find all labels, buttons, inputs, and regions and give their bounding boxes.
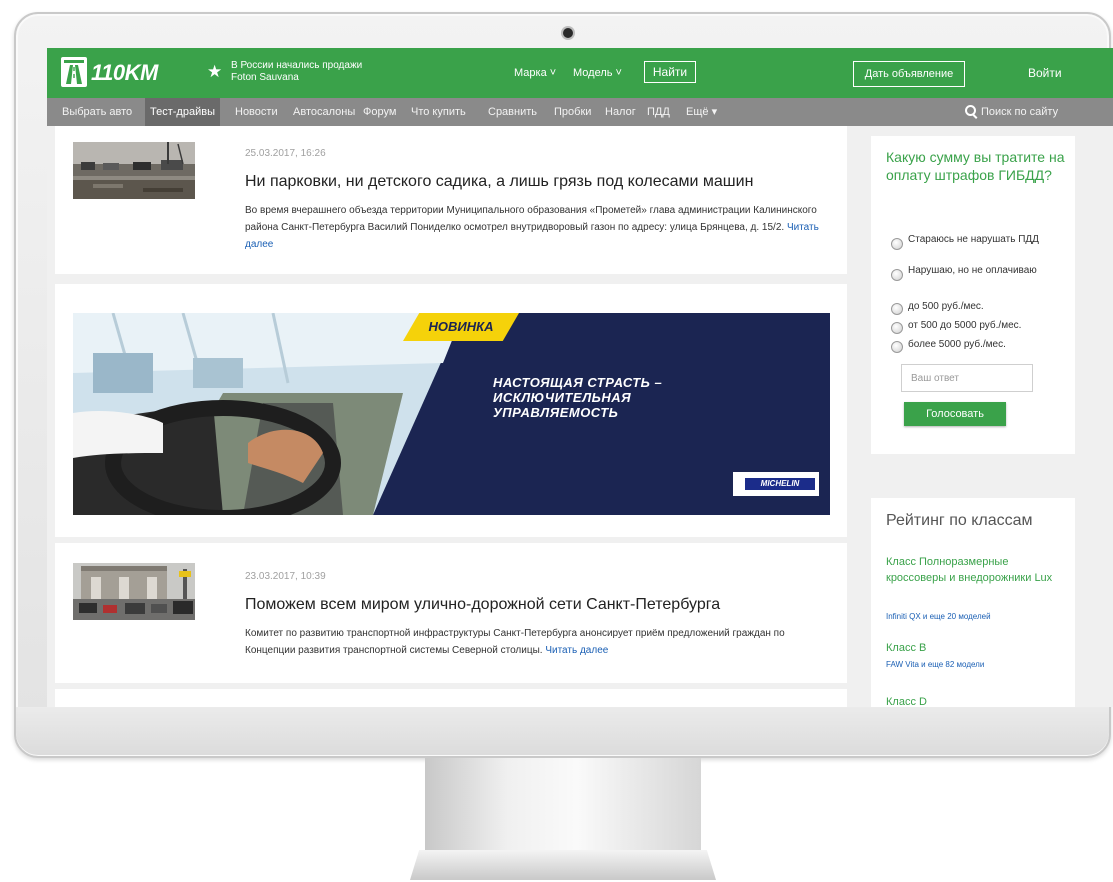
new-badge: НОВИНКА xyxy=(403,313,519,341)
find-button[interactable]: Найти xyxy=(644,61,696,83)
class-models-link[interactable]: Infiniti QX и еще 20 моделей xyxy=(886,612,991,621)
menu-item-forum[interactable]: Форум xyxy=(358,98,401,126)
logo-text[interactable]: 110KM xyxy=(91,60,158,86)
chevron-down-icon: ˅ xyxy=(549,67,557,79)
news-date: 25.03.2017, 16:26 xyxy=(245,148,326,159)
vote-button[interactable]: Голосовать xyxy=(904,402,1006,426)
menu-item-traffic[interactable]: Пробки xyxy=(549,98,596,126)
class-rating-widget: Рейтинг по классам Класс Полноразмерные … xyxy=(871,498,1075,707)
news-excerpt-text: Во время вчерашнего объезда территории М… xyxy=(245,205,817,233)
poll-option-label: более 5000 руб./мес. xyxy=(908,339,1006,350)
menu-item-dealers[interactable]: Автосалоны xyxy=(288,98,360,126)
poll-option[interactable]: от 500 до 5000 руб./мес. xyxy=(891,320,1061,334)
answer-field[interactable]: Ваш ответ xyxy=(901,364,1033,392)
poll-option-label: до 500 руб./мес. xyxy=(908,301,984,312)
poll-question: Какую сумму вы тратите на оплату штрафов… xyxy=(886,149,1065,183)
class-link[interactable]: Класс B xyxy=(886,640,1071,656)
menu-item-what-to-buy[interactable]: Что купить xyxy=(406,98,471,126)
menu-item-more-label: Ещё xyxy=(686,106,709,118)
search-icon xyxy=(965,105,976,116)
radio-button[interactable] xyxy=(891,322,903,334)
radio-button[interactable] xyxy=(891,341,903,353)
ad-card: НОВИНКА НАСТОЯЩАЯ СТРАСТЬ – ИСКЛЮЧИТЕЛЬН… xyxy=(55,284,847,537)
menu-item-tax[interactable]: Налог xyxy=(600,98,641,126)
poll-option-label: Нарушаю, но не оплачиваю xyxy=(908,265,1037,276)
monitor-base xyxy=(410,850,716,880)
news-date: 23.03.2017, 10:39 xyxy=(245,571,326,582)
news-title[interactable]: Поможем всем миром улично-дорожной сети … xyxy=(245,596,720,614)
brand-select[interactable]: Марка ˅ xyxy=(514,67,556,79)
news-excerpt: Во время вчерашнего объезда территории М… xyxy=(245,202,837,253)
promo-line: Foton Sauvana xyxy=(231,72,299,83)
menu-item-news[interactable]: Новости xyxy=(230,98,283,126)
poll-option-label: Стараюсь не нарушать ПДД xyxy=(908,234,1039,245)
promo-link[interactable]: В России начались продажи Foton Sauvana xyxy=(231,60,411,84)
monitor-chin xyxy=(16,707,1109,755)
poll-widget: Какую сумму вы тратите на оплату штрафов… xyxy=(871,136,1075,454)
radio-button[interactable] xyxy=(891,238,903,250)
rating-title: Рейтинг по классам xyxy=(886,512,1033,529)
news-title[interactable]: Ни парковки, ни детского садика, а лишь … xyxy=(245,173,753,191)
class-link[interactable]: Класс D xyxy=(886,694,1071,707)
monitor-stand xyxy=(425,758,701,852)
promo-line: В России начались продажи xyxy=(231,60,363,71)
logo-icon[interactable] xyxy=(61,57,87,87)
radio-button[interactable] xyxy=(891,303,903,315)
model-select[interactable]: Модель ˅ xyxy=(573,67,622,79)
post-ad-button[interactable]: Дать объявление xyxy=(853,61,965,87)
michelin-logo-text: MICHELIN xyxy=(745,478,815,490)
news-excerpt-text: Комитет по развитию транспортной инфраст… xyxy=(245,628,785,656)
read-more-link[interactable]: Читать далее xyxy=(545,645,608,656)
screen: 110KM ★ В России начались продажи Foton … xyxy=(47,48,1113,707)
menu-item-compare[interactable]: Сравнить xyxy=(483,98,542,126)
news-card: 25.03.2017, 16:26 Ни парковки, ни детско… xyxy=(55,126,847,274)
site-search-label: Поиск по сайту xyxy=(981,106,1059,118)
radio-button[interactable] xyxy=(891,269,903,281)
login-link[interactable]: Войти xyxy=(1028,66,1062,80)
news-thumbnail[interactable] xyxy=(73,563,195,620)
caret-down-icon: ▾ xyxy=(708,106,718,118)
class-link[interactable]: Класс Полноразмерные кроссоверы и внедор… xyxy=(886,554,1071,586)
chevron-down-icon: ˅ xyxy=(615,67,622,79)
poll-option-label: от 500 до 5000 руб./мес. xyxy=(908,320,1022,331)
model-select-label: Модель xyxy=(573,67,613,79)
ad-slogan-line: УПРАВЛЯЕМОСТЬ xyxy=(493,405,619,420)
news-excerpt: Комитет по развитию транспортной инфраст… xyxy=(245,625,837,659)
poll-option[interactable]: Стараюсь не нарушать ПДД xyxy=(891,234,1061,258)
michelin-logo: MICHELIN xyxy=(733,472,819,496)
main-menu: Выбрать авто Тест-драйвы Новости Автосал… xyxy=(47,98,1113,126)
ad-banner[interactable]: НОВИНКА НАСТОЯЩАЯ СТРАСТЬ – ИСКЛЮЧИТЕЛЬН… xyxy=(73,313,830,515)
class-models-link[interactable]: FAW Vita и еще 82 модели xyxy=(886,660,984,669)
site-header: 110KM ★ В России начались продажи Foton … xyxy=(47,48,1113,98)
news-card: 23.03.2017, 10:39 Поможем всем миром ули… xyxy=(55,543,847,683)
ad-slogan-line: ИСКЛЮЧИТЕЛЬНАЯ xyxy=(493,390,632,405)
ad-slogan: НАСТОЯЩАЯ СТРАСТЬ – ИСКЛЮЧИТЕЛЬНАЯ УПРАВ… xyxy=(493,375,713,420)
poll-option[interactable]: Нарушаю, но не оплачиваю xyxy=(891,265,1061,289)
menu-item-test-drives[interactable]: Тест-драйвы xyxy=(145,98,220,126)
menu-item-rules[interactable]: ПДД xyxy=(642,98,675,126)
poll-option[interactable]: более 5000 руб./мес. xyxy=(891,339,1061,353)
poll-option[interactable]: до 500 руб./мес. xyxy=(891,301,1061,315)
star-icon: ★ xyxy=(207,62,223,81)
news-thumbnail[interactable] xyxy=(73,142,195,199)
site-search[interactable]: Поиск по сайту xyxy=(965,98,1058,126)
news-card xyxy=(55,689,847,707)
brand-select-label: Марка xyxy=(514,67,547,79)
webcam-icon xyxy=(563,28,573,38)
menu-item-choose-car[interactable]: Выбрать авто xyxy=(57,98,137,126)
menu-item-more[interactable]: Ещё ▾ xyxy=(681,98,722,126)
ad-slogan-line: НАСТОЯЩАЯ СТРАСТЬ – xyxy=(493,375,663,390)
